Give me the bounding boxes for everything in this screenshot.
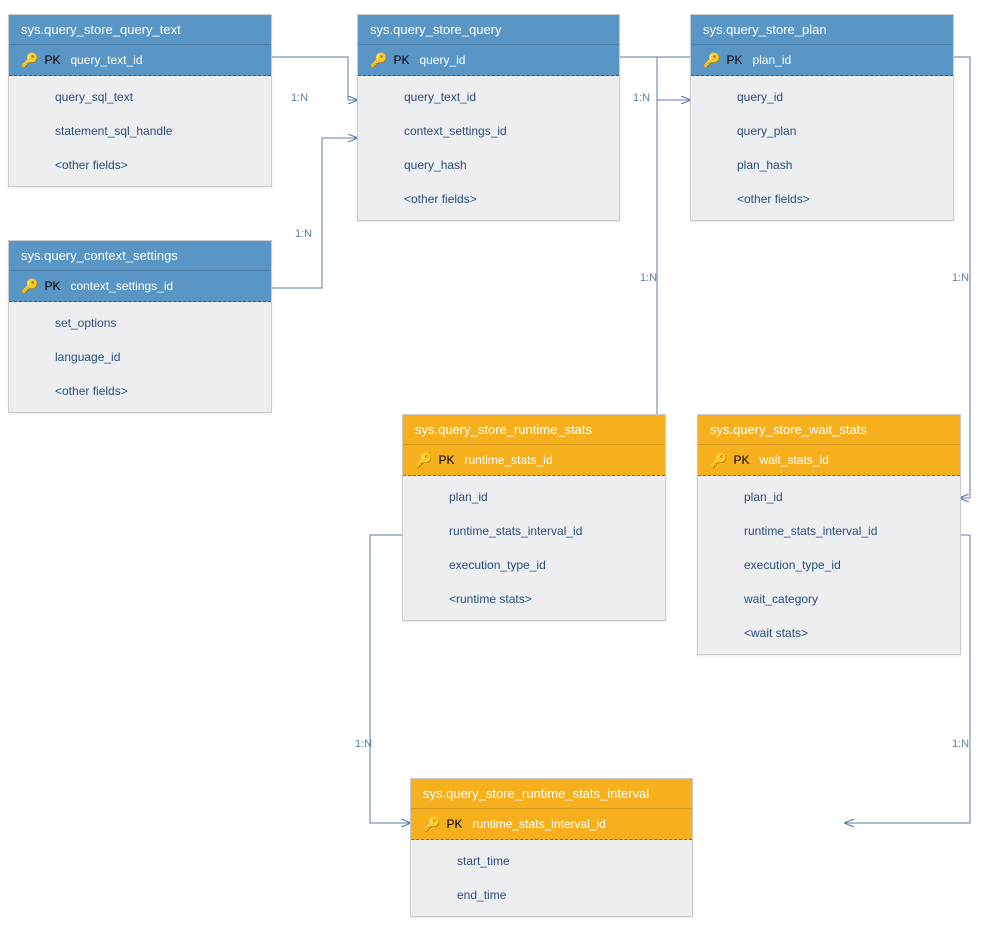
pk-field: wait_stats_id (759, 453, 828, 467)
field: query_plan (691, 114, 953, 148)
key-icon: 🔑 (21, 279, 38, 293)
pk-row: 🔑 PK runtime_stats_id (403, 445, 665, 476)
key-icon: 🔑 (370, 53, 387, 67)
pk-label: PK (733, 453, 749, 467)
entity-title: sys.query_store_query_text (9, 15, 271, 45)
field: <runtime stats> (403, 582, 665, 616)
entity-body: query_text_id context_settings_id query_… (358, 76, 619, 220)
pk-field: query_id (419, 53, 465, 67)
key-icon: 🔑 (415, 453, 432, 467)
field: plan_hash (691, 148, 953, 182)
rel-label: 1:N (291, 92, 308, 104)
rel-label: 1:N (640, 272, 657, 284)
pk-label: PK (446, 817, 462, 831)
edge-querytext-to-query (272, 57, 357, 100)
key-icon: 🔑 (703, 53, 720, 67)
pk-row: 🔑 PK context_settings_id (9, 271, 271, 302)
rel-label: 1:N (295, 228, 312, 240)
field: query_sql_text (9, 80, 271, 114)
er-diagram: 1:N 1:N 1:N 1:N 1:N 1:N 1:N sys.query_st… (0, 0, 983, 933)
field: statement_sql_handle (9, 114, 271, 148)
field: wait_category (698, 582, 960, 616)
field: <other fields> (691, 182, 953, 216)
field: query_text_id (358, 80, 619, 114)
rel-label: 1:N (633, 92, 650, 104)
entity-body: plan_id runtime_stats_interval_id execut… (698, 476, 960, 654)
pk-field: plan_id (752, 53, 791, 67)
key-icon: 🔑 (21, 53, 38, 67)
key-icon: 🔑 (423, 817, 440, 831)
pk-field: context_settings_id (70, 279, 173, 293)
pk-label: PK (393, 53, 409, 67)
entity-plan: sys.query_store_plan 🔑 PK plan_id query_… (690, 14, 954, 221)
pk-row: 🔑 PK query_text_id (9, 45, 271, 76)
field: language_id (9, 340, 271, 374)
entity-title: sys.query_context_settings (9, 241, 271, 271)
entity-body: plan_id runtime_stats_interval_id execut… (403, 476, 665, 620)
entity-title: sys.query_store_runtime_stats (403, 415, 665, 445)
pk-field: query_text_id (70, 53, 142, 67)
pk-row: 🔑 PK plan_id (691, 45, 953, 76)
entity-title: sys.query_store_plan (691, 15, 953, 45)
rel-label: 1:N (952, 272, 969, 284)
entity-body: start_time end_time (411, 840, 692, 916)
field: execution_type_id (403, 548, 665, 582)
pk-field: runtime_stats_interval_id (472, 817, 605, 831)
field: <wait stats> (698, 616, 960, 650)
entity-query: sys.query_store_query 🔑 PK query_id quer… (357, 14, 620, 221)
pk-field: runtime_stats_id (464, 453, 552, 467)
entity-title: sys.query_store_runtime_stats_interval (411, 779, 692, 809)
field: query_id (691, 80, 953, 114)
pk-row: 🔑 PK runtime_stats_interval_id (411, 809, 692, 840)
field: <other fields> (358, 182, 619, 216)
entity-runtime-stats: sys.query_store_runtime_stats 🔑 PK runti… (402, 414, 666, 621)
field: context_settings_id (358, 114, 619, 148)
entity-title: sys.query_store_query (358, 15, 619, 45)
pk-row: 🔑 PK wait_stats_id (698, 445, 960, 476)
field: plan_id (698, 480, 960, 514)
field: execution_type_id (698, 548, 960, 582)
entity-body: set_options language_id <other fields> (9, 302, 271, 412)
field: runtime_stats_interval_id (698, 514, 960, 548)
rel-label: 1:N (952, 738, 969, 750)
entity-body: query_id query_plan plan_hash <other fie… (691, 76, 953, 220)
field: end_time (411, 878, 692, 912)
edge-context-to-query (272, 138, 357, 288)
field: <other fields> (9, 148, 271, 182)
field: start_time (411, 844, 692, 878)
entity-query-text: sys.query_store_query_text 🔑 PK query_te… (8, 14, 272, 187)
entity-context-settings: sys.query_context_settings 🔑 PK context_… (8, 240, 272, 413)
pk-label: PK (44, 279, 60, 293)
entity-interval: sys.query_store_runtime_stats_interval 🔑… (410, 778, 693, 917)
key-icon: 🔑 (710, 453, 727, 467)
field: runtime_stats_interval_id (403, 514, 665, 548)
pk-label: PK (44, 53, 60, 67)
field: plan_id (403, 480, 665, 514)
pk-row: 🔑 PK query_id (358, 45, 619, 76)
pk-label: PK (438, 453, 454, 467)
entity-wait-stats: sys.query_store_wait_stats 🔑 PK wait_sta… (697, 414, 961, 655)
field: query_hash (358, 148, 619, 182)
field: set_options (9, 306, 271, 340)
entity-title: sys.query_store_wait_stats (698, 415, 960, 445)
rel-label: 1:N (355, 738, 372, 750)
edge-query-to-plan (620, 57, 690, 100)
pk-label: PK (726, 53, 742, 67)
field: <other fields> (9, 374, 271, 408)
entity-body: query_sql_text statement_sql_handle <oth… (9, 76, 271, 186)
